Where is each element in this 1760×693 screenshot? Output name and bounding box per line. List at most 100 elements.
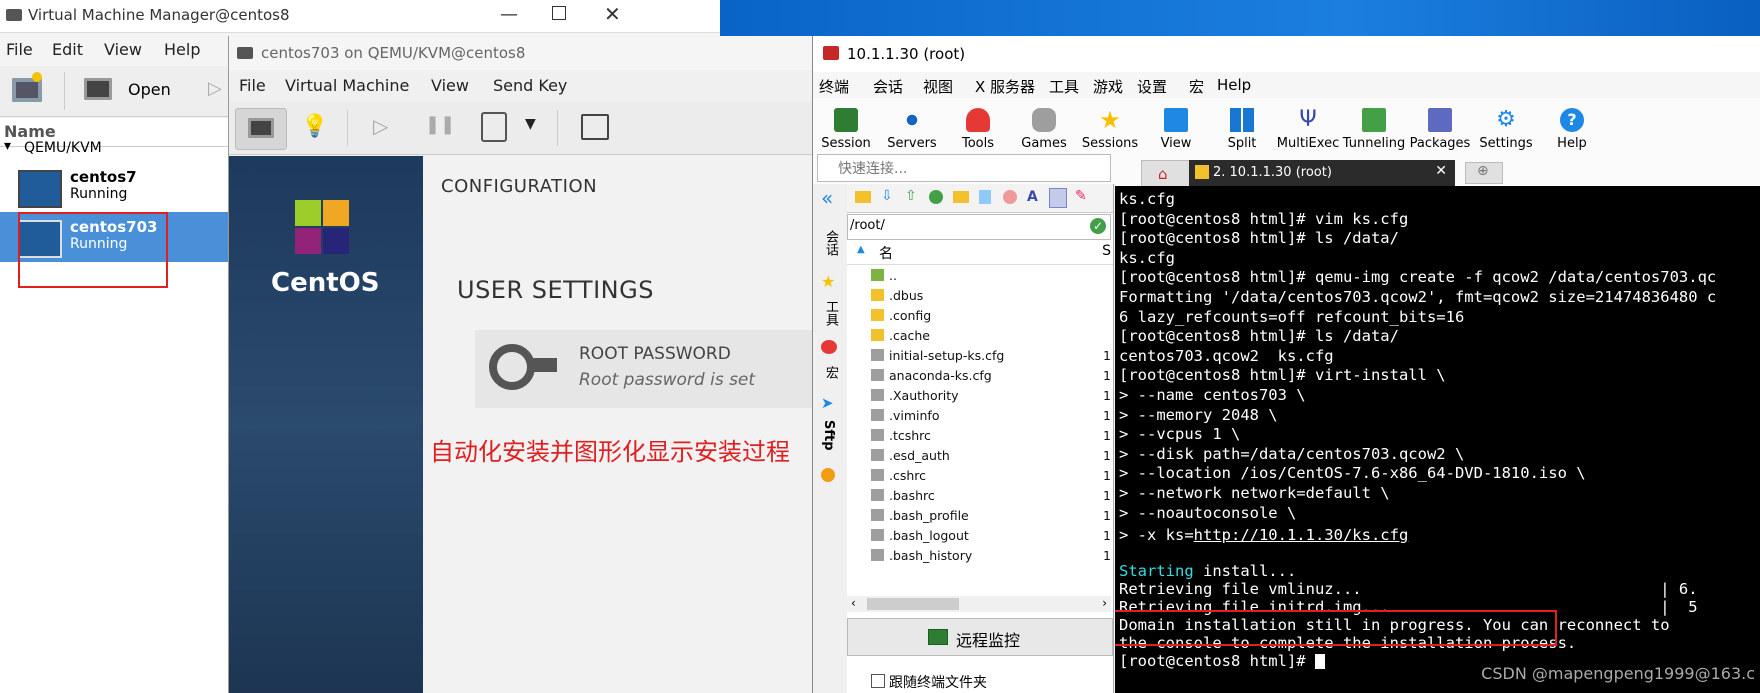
folder-up-icon[interactable]	[855, 191, 871, 203]
chevron-down-icon[interactable]: ▼	[525, 116, 536, 132]
vtab-tools[interactable]: 工具	[821, 300, 840, 326]
shutdown-icon[interactable]	[481, 112, 507, 142]
tab-session-2[interactable]: 2. 10.1.1.30 (root) ✕	[1189, 160, 1455, 186]
viewer-menu-file[interactable]: File	[239, 76, 266, 95]
rename-icon[interactable]: A	[1027, 189, 1038, 205]
terminal[interactable]: ks.cfg [root@centos8 html]# vim ks.cfg [ro…	[1115, 186, 1760, 693]
ks-url-link[interactable]: http://10.1.1.30/ks.cfg	[1194, 526, 1409, 544]
vmm-titlebar[interactable]: Virtual Machine Manager@centos8 — ✕	[0, 0, 720, 33]
file-name: anaconda-ks.cfg	[889, 368, 992, 383]
upload-icon[interactable]: ⇧	[905, 188, 917, 204]
sftp-path-input[interactable]: /root/ ✓	[847, 214, 1111, 240]
menu-terminal[interactable]: 终端	[819, 76, 849, 97]
check-icon[interactable]: ✓	[1090, 218, 1106, 234]
quick-connect-input[interactable]: 快速连接...	[817, 154, 1111, 182]
terminal-line: [root@centos8 html]# qemu-img create -f …	[1119, 268, 1717, 287]
group-qemu-kvm[interactable]: ▾ QEMU/KVM	[0, 136, 228, 158]
open-button[interactable]: Open	[128, 80, 171, 99]
file-size: 1	[1103, 488, 1111, 503]
terminal-line: > --location /ios/CentOS-7.6-x86_64-DVD-…	[1119, 464, 1586, 483]
packages-icon	[1428, 108, 1452, 132]
scroll-thumb[interactable]	[867, 598, 959, 610]
checkbox[interactable]	[871, 674, 885, 688]
column-size[interactable]: S	[1102, 243, 1111, 259]
file-row[interactable]: initial-setup-ks.cfg 1	[847, 346, 1113, 366]
file-row[interactable]: anaconda-ks.cfg 1	[847, 366, 1113, 386]
maximize-icon[interactable]	[552, 6, 566, 20]
column-name[interactable]: 名	[879, 243, 893, 263]
menu-view[interactable]: 视图	[923, 76, 953, 97]
file-row[interactable]: .bash_profile 1	[847, 506, 1113, 526]
tab-home[interactable]: ⌂	[1141, 160, 1191, 187]
vtab-session[interactable]: 会话	[821, 230, 840, 256]
sort-up-icon[interactable]: ▲	[857, 244, 865, 255]
vm-console-screen[interactable]: CentOS CONFIGURATION USER SETTINGS ROOT …	[229, 156, 819, 693]
download-icon[interactable]: ⇩	[881, 188, 893, 204]
file-row[interactable]: .viminfo 1	[847, 406, 1113, 426]
menu-macro[interactable]: 宏	[1189, 76, 1204, 97]
vmm-menubar: File Edit View Help	[0, 34, 228, 64]
menu-help[interactable]: Help	[164, 40, 200, 59]
key-icon	[489, 344, 535, 390]
remote-monitor-button[interactable]: 远程监控	[847, 618, 1113, 656]
file-row[interactable]: .Xauthority 1	[847, 386, 1113, 406]
file-name: .bash_logout	[889, 528, 969, 543]
expander-down-icon[interactable]: ▾	[4, 138, 11, 154]
menu-file[interactable]: File	[6, 40, 33, 59]
tab-close-icon[interactable]: ✕	[1435, 163, 1447, 179]
vtab-sftp[interactable]: Sftp	[821, 420, 836, 451]
file-row[interactable]: .cshrc 1	[847, 466, 1113, 486]
new-tab-button[interactable]: ⊕	[1465, 162, 1503, 184]
xshell-titlebar[interactable]: 10.1.1.30 (root)	[813, 36, 1760, 72]
file-row[interactable]: .dbus	[847, 286, 1113, 306]
vm-row-centos7[interactable]: centos7 Running	[0, 162, 228, 212]
file-row[interactable]: .bashrc 1	[847, 486, 1113, 506]
viewer-menu-view[interactable]: View	[431, 76, 469, 95]
vtab-macro[interactable]: 宏	[821, 366, 840, 379]
file-row[interactable]: .tcshrc 1	[847, 426, 1113, 446]
file-row[interactable]: .esd_auth 1	[847, 446, 1113, 466]
collapse-left-icon[interactable]: «	[821, 186, 833, 210]
viewer-menu-virtual-machine[interactable]: Virtual Machine	[285, 76, 409, 95]
properties-icon[interactable]	[1049, 188, 1067, 208]
horizontal-scrollbar[interactable]: ‹ ›	[847, 596, 1111, 612]
root-password-spoke[interactable]: ROOT PASSWORD Root password is set	[475, 330, 819, 408]
pause-icon[interactable]: ❚❚	[425, 114, 455, 135]
menu-settings[interactable]: 设置	[1137, 76, 1167, 97]
terminal-line: [root@centos8 html]# virt-install \	[1119, 366, 1446, 385]
close-icon[interactable]: ✕	[604, 2, 621, 26]
file-row[interactable]: .bash_logout 1	[847, 526, 1113, 546]
monitor-icon[interactable]	[84, 78, 112, 100]
file-row[interactable]: .config	[847, 306, 1113, 326]
menu-edit[interactable]: Edit	[52, 40, 83, 59]
new-vm-icon[interactable]	[12, 72, 42, 102]
delete-icon[interactable]	[1003, 190, 1017, 204]
file-size: 1	[1103, 448, 1111, 463]
edit-icon[interactable]: ✎	[1075, 188, 1087, 204]
viewer-menu-send-key[interactable]: Send Key	[493, 76, 567, 95]
viewer-titlebar[interactable]: centos703 on QEMU/KVM@centos8	[229, 36, 819, 70]
lightbulb-icon[interactable]: 💡	[301, 114, 328, 139]
console-monitor-icon[interactable]	[235, 108, 287, 150]
file-size: 1	[1103, 548, 1111, 563]
menu-view[interactable]: View	[104, 40, 142, 59]
run-icon[interactable]: ▷	[373, 114, 388, 138]
menu-games[interactable]: 游戏	[1093, 76, 1123, 97]
scroll-left-icon[interactable]: ‹	[851, 596, 856, 610]
menu-session[interactable]: 会话	[873, 76, 903, 97]
fullscreen-icon[interactable]	[581, 114, 609, 140]
scroll-right-icon[interactable]: ›	[1102, 596, 1107, 610]
file-row[interactable]: .cache	[847, 326, 1113, 346]
minimize-icon[interactable]: —	[500, 4, 518, 25]
menu-xserver[interactable]: X 服务器	[975, 76, 1035, 97]
file-row[interactable]: ..	[847, 266, 1113, 286]
sftp-toolbar: ⇩ ⇧ A ✎	[847, 184, 1113, 213]
tool-label: Servers	[887, 136, 937, 151]
new-folder-icon[interactable]	[953, 191, 969, 203]
play-icon[interactable]: ▷	[208, 78, 222, 99]
file-row[interactable]: .bash_history 1	[847, 546, 1113, 566]
menu-help[interactable]: Help	[1217, 76, 1251, 94]
menu-tools[interactable]: 工具	[1049, 76, 1079, 97]
refresh-icon[interactable]	[929, 190, 943, 204]
new-file-icon[interactable]	[979, 190, 991, 204]
